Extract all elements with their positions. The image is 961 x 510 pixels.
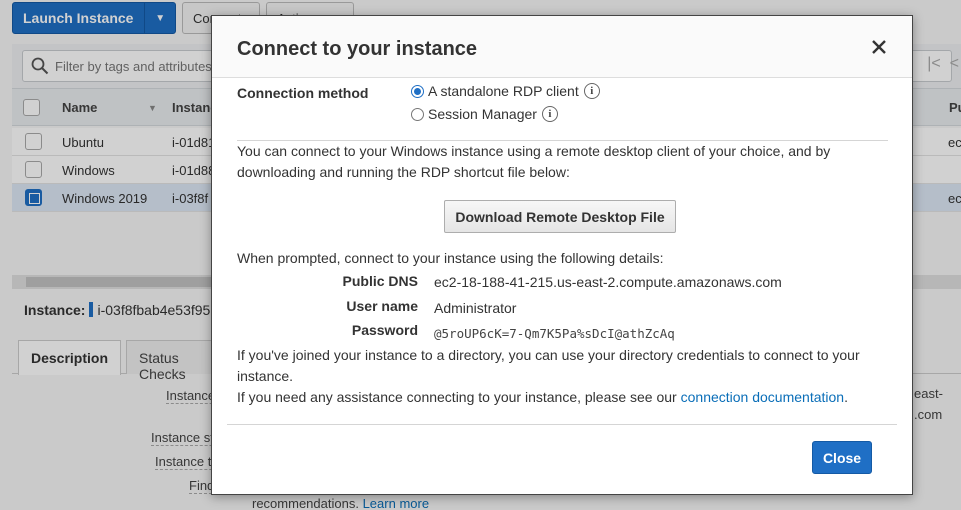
footer-divider xyxy=(227,424,897,425)
username-value: Administrator xyxy=(434,300,517,316)
modal-title: Connect to your instance xyxy=(237,38,478,60)
assist-text: If you need any assistance connecting to… xyxy=(237,387,877,408)
assist-prefix: If you need any assistance connecting to… xyxy=(237,389,677,405)
prompt-text: When prompted, connect to your instance … xyxy=(237,250,664,266)
modal-header: Connect to your instance xyxy=(212,16,912,78)
radio-rdp[interactable] xyxy=(411,84,424,98)
info-icon[interactable]: i xyxy=(583,83,600,99)
directory-text: If you've joined your instance to a dire… xyxy=(237,347,860,384)
close-button[interactable]: Close xyxy=(812,441,872,474)
download-rdp-button[interactable]: Download Remote Desktop File xyxy=(444,200,676,233)
option-rdp-label[interactable]: A standalone RDP client xyxy=(428,83,579,99)
close-icon[interactable] xyxy=(870,38,888,56)
connect-instance-modal: Connect to your instance Connection meth… xyxy=(211,15,913,495)
connection-method-label: Connection method xyxy=(237,85,369,101)
public-dns-value: ec2-18-188-41-215.us-east-2.compute.amaz… xyxy=(434,274,782,290)
intro-text: You can connect to your Windows instance… xyxy=(237,143,831,180)
username-label: User name xyxy=(346,298,418,314)
download-rdp-label: Download Remote Desktop File xyxy=(455,208,665,225)
option-session-manager[interactable]: Session Manager i xyxy=(411,106,558,122)
option-rdp-client[interactable]: A standalone RDP client i xyxy=(411,83,600,99)
connection-documentation-link[interactable]: connection documentation xyxy=(681,389,844,405)
public-dns-label: Public DNS xyxy=(342,273,418,289)
option-session-label[interactable]: Session Manager xyxy=(428,106,537,122)
info-icon[interactable]: i xyxy=(541,106,558,122)
password-value: @5roUP6cK=7-Qm7K5Pa%sDcI@athZcAq xyxy=(434,326,675,341)
close-label: Close xyxy=(822,449,862,466)
radio-session-manager[interactable] xyxy=(411,107,424,121)
password-label: Password xyxy=(351,322,418,338)
assist-end: . xyxy=(844,389,848,405)
